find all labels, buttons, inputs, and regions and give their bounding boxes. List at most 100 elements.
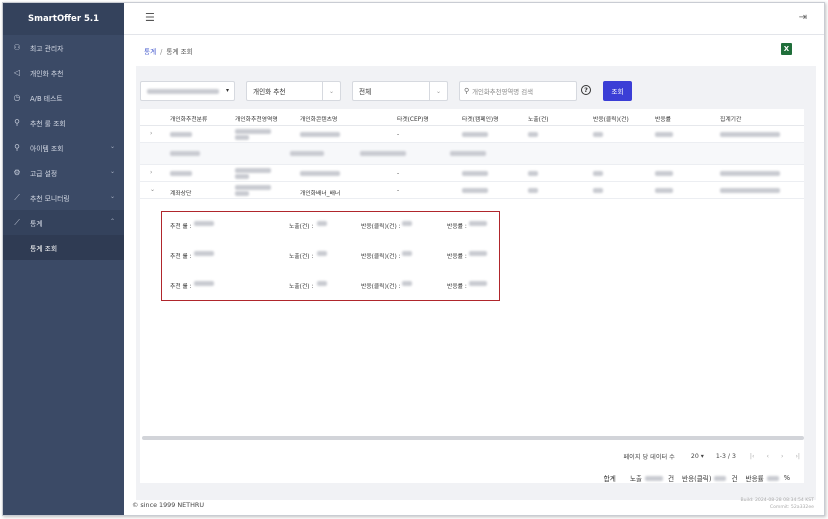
- excel-download-icon[interactable]: X: [781, 43, 792, 55]
- chevron-down-icon: ⌄: [109, 193, 115, 200]
- table-header: 개인화추천분류 개인화추천영역명 개인화콘텐츠명 타겟(CEP)명 타겟(캠페인…: [140, 109, 804, 126]
- totals-click-label: 반응(클릭): [682, 475, 712, 483]
- horizontal-scrollbar[interactable]: [142, 436, 804, 440]
- chevron-down-icon: ⌄: [429, 82, 447, 100]
- page-range: 1-3 / 3: [715, 453, 736, 460]
- send-icon: ◁: [13, 68, 21, 77]
- sidebar-subitem-statistics-search[interactable]: 통계 조회: [3, 235, 124, 260]
- collapse-icon[interactable]: ⌄: [150, 186, 155, 193]
- col-header[interactable]: 개인화추천분류: [170, 114, 207, 123]
- totals-impression-value: [644, 475, 663, 481]
- sidebar-item-label: 추천 모니터링: [30, 194, 70, 203]
- sidebar-item-admin[interactable]: ⚇ 최고 관리자: [3, 35, 124, 60]
- sidebar-item-advanced-settings[interactable]: ⚙ 고급 설정 ⌄: [3, 160, 124, 185]
- detail-click-label: 반응(클릭)(건) :: [361, 224, 401, 230]
- cell-category: 계좌상단: [170, 191, 192, 197]
- cell-period: [720, 171, 780, 176]
- detail-impression-label: 노출(건) :: [289, 224, 314, 230]
- col-header[interactable]: 개인화추천영역명: [235, 114, 278, 123]
- build-time: Build: 2024-08-28 08:34:54 KST: [740, 498, 814, 503]
- cell-category: [170, 132, 192, 137]
- cell-campaign: [462, 171, 488, 176]
- search-icon: ⚲: [464, 87, 470, 95]
- build-commit: Commit: 52a332ee: [769, 505, 814, 510]
- totals-click-unit: 건: [731, 475, 738, 483]
- scope-value: 전체: [359, 88, 372, 96]
- menu-icon[interactable]: ☰: [145, 11, 155, 24]
- last-page-icon[interactable]: ›|: [795, 453, 800, 460]
- table-row-expanded[interactable]: ⌄ 계좌상단 개인화배너_배너 -: [140, 182, 804, 199]
- table-row[interactable]: [140, 143, 804, 165]
- col-header[interactable]: 반응(클릭)(건): [593, 114, 629, 123]
- col-header[interactable]: 타겟(CEP)명: [397, 114, 429, 123]
- chart-icon: ⟋: [14, 217, 20, 227]
- scope-select[interactable]: 전체 ⌄: [352, 81, 448, 101]
- totals-rate-label: 반응률: [745, 475, 764, 483]
- col-header[interactable]: 집계기간: [720, 114, 741, 123]
- chevron-down-icon: ⌄: [109, 168, 115, 175]
- cell-click: [593, 132, 603, 137]
- col-header[interactable]: 반응률: [655, 114, 671, 123]
- search-input[interactable]: ⚲ 개인화추천영역명 검색: [459, 81, 577, 101]
- sidebar-item-personalized-recommend[interactable]: ◁ 개인화 추천: [3, 60, 124, 85]
- cell-campaign: [450, 151, 486, 156]
- sidebar-item-label: A/B 테스트: [30, 94, 63, 103]
- breadcrumb-home[interactable]: 통계: [144, 48, 156, 56]
- sidebar-item-item-search[interactable]: ⚲ 아이템 조회 ⌄: [3, 135, 124, 160]
- cell-cep: -: [397, 132, 400, 138]
- detail-rule-value: [194, 221, 214, 226]
- cell-area-2: [235, 174, 249, 179]
- chevron-down-icon: ⌄: [109, 143, 115, 150]
- help-icon[interactable]: ?: [581, 85, 591, 95]
- cell-content: 개인화배너_배너: [300, 191, 341, 197]
- rows-per-page-select[interactable]: 20 ▾: [683, 453, 704, 460]
- rule-detail-box: 추천 룰 : 노출(건) : 반응(클릭)(건) : 반응률 : 추천 룰 : …: [161, 211, 500, 301]
- col-header[interactable]: 노출(건): [528, 114, 549, 123]
- sidebar: SmartOffer 5.1 ⚇ 최고 관리자 ◁ 개인화 추천 ◷ A/B 테…: [3, 3, 124, 515]
- detail-click-value: [402, 281, 412, 286]
- cell-area-2: [235, 135, 249, 140]
- cell-rate: [655, 171, 673, 176]
- logout-icon[interactable]: ⇥: [799, 12, 807, 23]
- cell-period: [720, 188, 780, 193]
- prev-page-icon[interactable]: ‹: [766, 453, 768, 460]
- sidebar-item-ab-test[interactable]: ◷ A/B 테스트: [3, 85, 124, 110]
- expand-icon[interactable]: ›: [150, 130, 152, 137]
- table-row[interactable]: › -: [140, 126, 804, 143]
- cell-cep: [360, 151, 406, 156]
- detail-click-value: [402, 251, 412, 256]
- cell-rate: [655, 132, 673, 137]
- next-page-icon[interactable]: ›: [781, 453, 783, 460]
- table-row[interactable]: › -: [140, 165, 804, 182]
- cell-content: [290, 151, 324, 156]
- detail-rate-value: [469, 251, 487, 256]
- sidebar-item-rule-search[interactable]: ⚲ 추천 룰 조회: [3, 110, 124, 135]
- user-icon: ⚇: [13, 43, 21, 52]
- build-info: Build: 2024-08-28 08:34:54 KST Commit: 5…: [740, 497, 814, 511]
- col-header[interactable]: 개인화콘텐츠명: [300, 114, 337, 123]
- sidebar-item-label: 개인화 추천: [30, 69, 64, 78]
- sidebar-item-label: 통계: [30, 219, 43, 228]
- cell-content: [300, 171, 340, 176]
- first-page-icon[interactable]: |‹: [750, 453, 755, 460]
- col-header[interactable]: 타겟(캠페인)명: [462, 114, 499, 123]
- detail-rate-value: [469, 221, 487, 226]
- totals-bar: 합계 노출 건 반응(클릭) 건 반응률 %: [599, 473, 790, 483]
- cell-rate: [655, 188, 673, 193]
- sidebar-item-statistics[interactable]: ⟋ 통계 ⌃: [3, 210, 124, 235]
- totals-impression-label: 노출: [629, 475, 642, 483]
- cell-period: [720, 132, 780, 137]
- totals-rate-unit: %: [783, 474, 790, 482]
- cell-click: [593, 188, 603, 193]
- rows-per-page-value: 20: [690, 453, 699, 460]
- recommend-type-select[interactable]: 개인화 추천 ⌄: [246, 81, 341, 101]
- cell-impression: [528, 171, 538, 176]
- date-range-select[interactable]: ▾: [140, 81, 235, 101]
- app-window: SmartOffer 5.1 ⚇ 최고 관리자 ◁ 개인화 추천 ◷ A/B 테…: [2, 2, 825, 516]
- totals-click-value: [714, 475, 727, 481]
- cell-impression: [528, 132, 538, 137]
- sidebar-item-monitoring[interactable]: ⟋ 추천 모니터링 ⌄: [3, 185, 124, 210]
- search-button[interactable]: 조회: [603, 81, 632, 101]
- expand-icon[interactable]: ›: [150, 169, 152, 176]
- detail-rule-value: [194, 281, 214, 286]
